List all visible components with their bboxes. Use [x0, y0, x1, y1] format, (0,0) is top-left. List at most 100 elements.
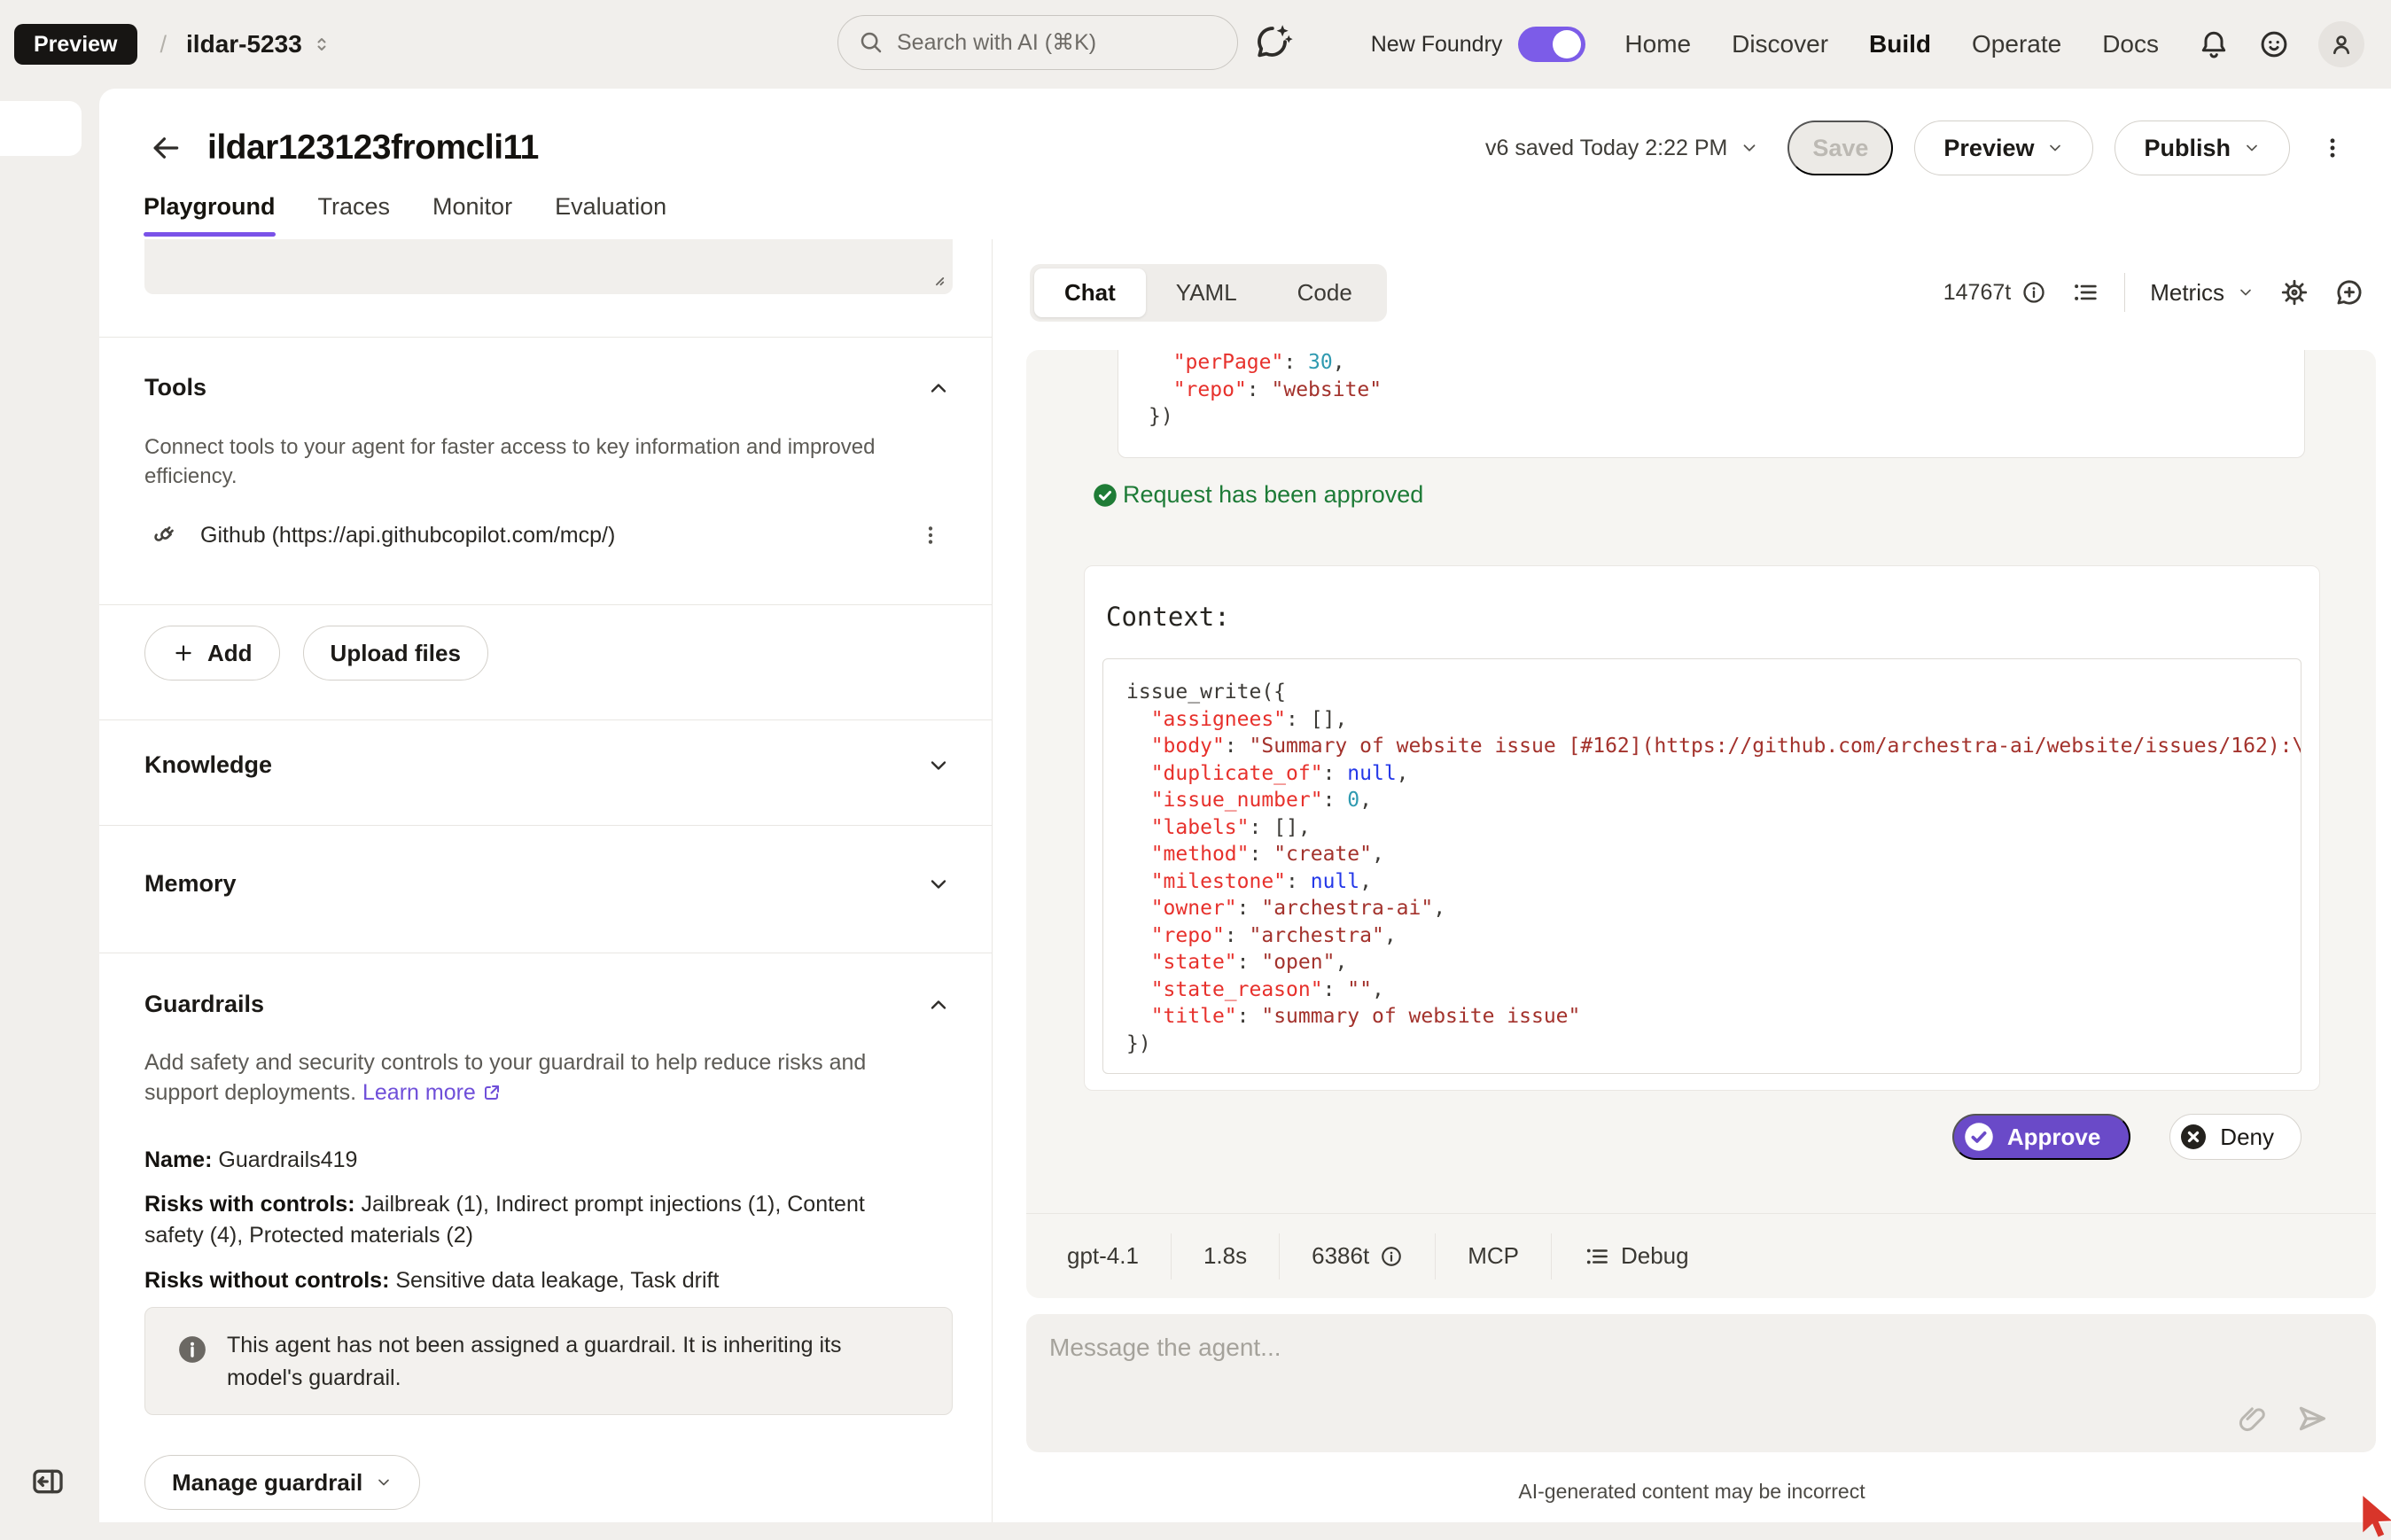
instructions-textarea[interactable] — [144, 239, 953, 294]
memory-title: Memory — [144, 870, 237, 898]
guardrails-title: Guardrails — [144, 991, 264, 1018]
chevron-up-icon[interactable] — [926, 376, 951, 401]
divider — [1171, 1233, 1172, 1279]
message-composer[interactable] — [1026, 1314, 2376, 1452]
divider — [99, 604, 993, 605]
save-button[interactable]: Save — [1787, 121, 1893, 175]
send-icon[interactable] — [2294, 1401, 2330, 1436]
token-count: 14767t — [1943, 280, 2011, 306]
chevron-down-icon — [2243, 139, 2261, 157]
learn-more-link[interactable]: Learn more — [362, 1077, 502, 1108]
deny-label: Deny — [2220, 1124, 2274, 1151]
version-status[interactable]: v6 saved Today 2:22 PM — [1485, 136, 1759, 161]
x-circle-icon — [2179, 1123, 2208, 1151]
sort-icon — [311, 34, 332, 55]
risks-with-label: Risks with controls: — [144, 1192, 355, 1217]
ai-chat-icon[interactable] — [1253, 21, 1294, 62]
code-line: "state": "open", — [1126, 949, 2278, 976]
code-line: "perPage": 30, — [1149, 350, 2274, 377]
nav-build[interactable]: Build — [1869, 30, 1931, 58]
deny-button[interactable]: Deny — [2169, 1114, 2301, 1160]
memory-section-header[interactable]: Memory — [144, 870, 951, 898]
bell-icon[interactable] — [2198, 28, 2230, 60]
tab-evaluation[interactable]: Evaluation — [555, 193, 666, 237]
chevron-down-icon[interactable] — [926, 872, 951, 897]
model-name[interactable]: gpt-4.1 — [1067, 1242, 1139, 1270]
code-line: "issue_number": 0, — [1126, 787, 2278, 814]
debug-button[interactable]: Debug — [1584, 1242, 1689, 1270]
context-code: issue_write({ "assignees": [], "body": "… — [1102, 658, 2301, 1074]
upload-files-button[interactable]: Upload files — [303, 626, 488, 681]
nav-operate[interactable]: Operate — [1972, 30, 2061, 58]
list-icon[interactable] — [2071, 278, 2099, 307]
approval-status: Request has been approved — [1092, 481, 1423, 509]
kebab-icon[interactable] — [919, 524, 942, 547]
global-search[interactable] — [837, 15, 1238, 70]
kebab-icon[interactable] — [2317, 136, 2348, 160]
guardrails-section-header[interactable]: Guardrails — [144, 991, 951, 1018]
tab-monitor[interactable]: Monitor — [432, 193, 512, 237]
topbar-icons — [2198, 21, 2364, 67]
tool-item-github[interactable]: Github (https://api.githubcopilot.com/mc… — [151, 521, 942, 549]
preview-button[interactable]: Preview — [1914, 121, 2093, 175]
info-icon[interactable] — [1380, 1245, 1403, 1268]
tool-label: Github (https://api.githubcopilot.com/mc… — [200, 523, 615, 548]
project-switcher[interactable]: ildar-5233 — [186, 30, 332, 58]
tab-traces[interactable]: Traces — [318, 193, 391, 237]
agent-config-panel: Tools Connect tools to your agent for fa… — [99, 239, 993, 1522]
add-tool-button[interactable]: Add — [144, 626, 280, 681]
collapse-panel-icon[interactable] — [30, 1464, 66, 1499]
code-line: "title": "summary of website issue" — [1126, 1003, 2278, 1031]
back-arrow-icon[interactable] — [149, 131, 183, 165]
view-tab-code[interactable]: Code — [1267, 268, 1382, 317]
risks-with-controls-line: Risks with controls: Jailbreak (1), Indi… — [144, 1189, 924, 1251]
info-icon[interactable] — [2021, 280, 2046, 305]
list-icon — [1584, 1243, 1610, 1270]
approve-label: Approve — [2007, 1124, 2100, 1151]
tools-section-header[interactable]: Tools — [144, 374, 951, 401]
chevron-up-icon[interactable] — [926, 992, 951, 1017]
view-tab-yaml[interactable]: YAML — [1146, 268, 1267, 317]
manage-guardrail-label: Manage guardrail — [172, 1469, 362, 1497]
agent-header: ildar123123fromcli11 v6 saved Today 2:22… — [149, 113, 2348, 183]
debug-label: Debug — [1621, 1242, 1689, 1270]
tools-actions: Add Upload files — [144, 626, 488, 681]
context-card: Context: issue_write({ "assignees": [], … — [1084, 565, 2320, 1091]
divider — [99, 825, 993, 826]
rail-tab[interactable] — [0, 101, 82, 156]
gear-icon[interactable] — [2279, 277, 2309, 307]
upload-label: Upload files — [331, 640, 461, 667]
divider — [99, 719, 993, 720]
search-input[interactable] — [897, 30, 1218, 56]
message-input[interactable] — [1049, 1334, 2252, 1435]
account-avatar[interactable] — [2318, 21, 2364, 67]
resize-icon[interactable] — [926, 268, 946, 287]
new-foundry-switch: New Foundry — [1371, 27, 1586, 62]
chat-transcript[interactable]: "perPage": 30, "repo": "website"}) Reque… — [1026, 350, 2376, 1298]
nav-discover[interactable]: Discover — [1732, 30, 1828, 58]
view-tab-chat[interactable]: Chat — [1034, 268, 1146, 317]
nav-home[interactable]: Home — [1624, 30, 1691, 58]
code-line: "repo": "archestra", — [1126, 922, 2278, 950]
publish-button[interactable]: Publish — [2115, 121, 2290, 175]
divider — [2124, 273, 2125, 312]
nav-docs[interactable]: Docs — [2102, 30, 2159, 58]
header-actions: v6 saved Today 2:22 PM Save Preview Publ… — [1485, 121, 2348, 175]
new-chat-icon[interactable] — [2334, 277, 2364, 307]
approve-button[interactable]: Approve — [1952, 1114, 2130, 1160]
risks-without-label: Risks without controls: — [144, 1268, 389, 1293]
paperclip-icon[interactable] — [2236, 1403, 2268, 1435]
manage-guardrail-button[interactable]: Manage guardrail — [144, 1455, 420, 1510]
knowledge-section-header[interactable]: Knowledge — [144, 751, 951, 779]
code-line: "method": "create", — [1126, 841, 2278, 868]
feedback-icon[interactable] — [2258, 28, 2290, 60]
chevron-down-icon — [375, 1474, 393, 1491]
metrics-dropdown[interactable]: Metrics — [2150, 279, 2255, 307]
page-title: ildar123123fromcli11 — [207, 128, 539, 167]
tab-playground[interactable]: Playground — [144, 193, 276, 237]
token-usage-value: 6386t — [1312, 1242, 1369, 1270]
divider — [99, 337, 993, 338]
chevron-down-icon[interactable] — [926, 753, 951, 778]
new-foundry-toggle[interactable] — [1518, 27, 1585, 62]
code-line: "repo": "website" — [1149, 377, 2274, 404]
